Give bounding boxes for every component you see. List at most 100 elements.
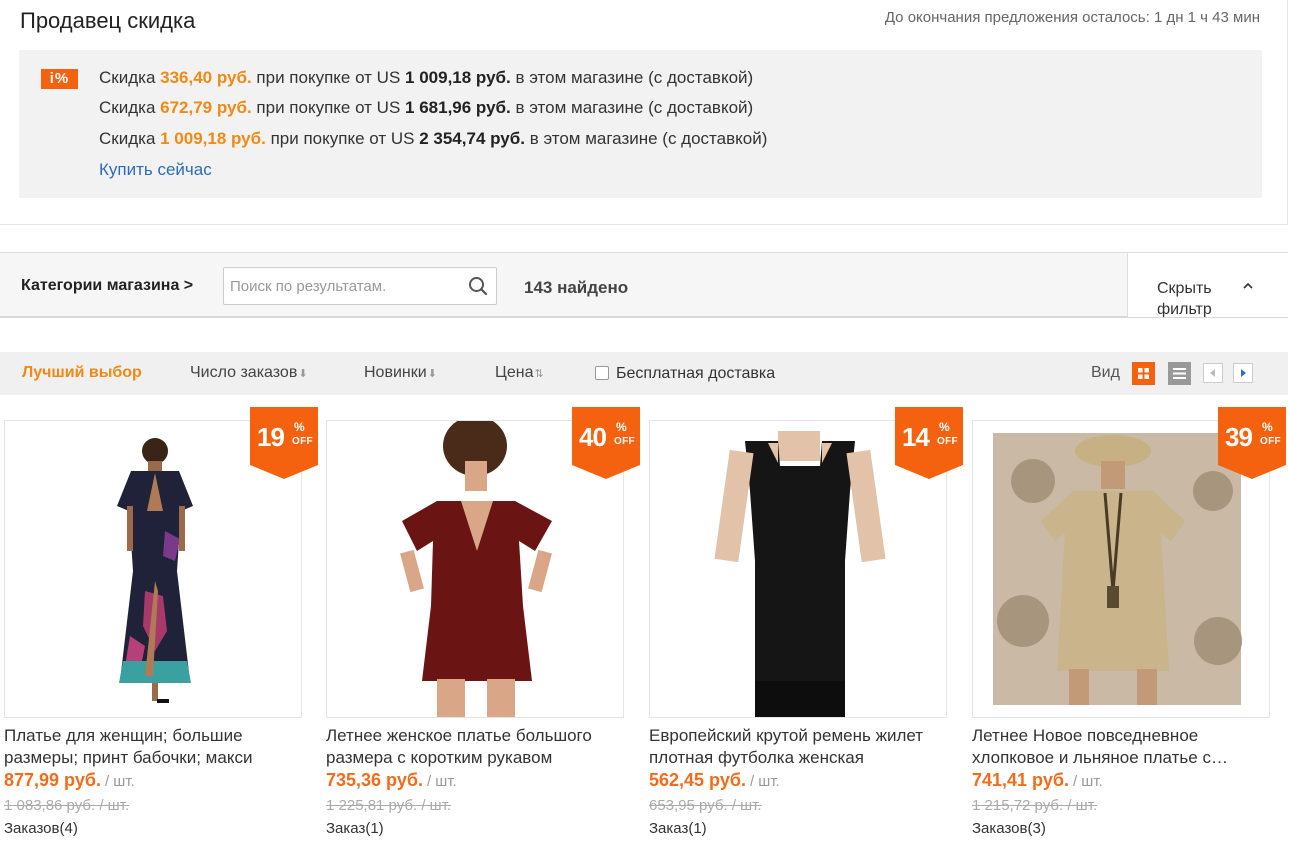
sort-by-price[interactable]: Цена⇅ <box>495 364 544 382</box>
product-old-price: 1 083,86 руб. / шт. <box>4 797 130 814</box>
discount-percent: 39 <box>1225 422 1253 452</box>
promo-text: в этом магазине (с доставкой) <box>510 68 754 87</box>
product-orders: Заказов(3) <box>972 820 1046 837</box>
promo-discount-amount: 1 009,18 руб. <box>160 129 266 148</box>
promo-discount-amount: 672,79 руб. <box>160 98 252 117</box>
product-title[interactable]: Платье для женщин; большие размеры; прин… <box>4 725 300 769</box>
promo-min-order: 1 009,18 руб. <box>405 68 511 87</box>
discount-percent: 19 <box>257 422 285 452</box>
promo-countdown: До окончания предложения осталось: 1 дн … <box>884 9 1260 26</box>
hide-filter-button[interactable]: Скрыть фильтр <box>1127 253 1288 317</box>
sort-label: Цена <box>495 364 534 381</box>
promo-text: Скидка <box>99 98 161 117</box>
search-input[interactable] <box>230 276 460 296</box>
promo-discount-amount: 336,40 руб. <box>160 68 252 87</box>
promo-text: при покупке от US <box>251 98 406 117</box>
product-old-price: 653,95 руб. / шт. <box>649 797 762 814</box>
discount-badge: 14 % OFF <box>895 407 963 479</box>
discount-percent-sign: % <box>616 420 627 434</box>
product-orders: Заказ(1) <box>649 820 707 837</box>
grid-view-icon[interactable] <box>1132 362 1155 385</box>
hide-filter-label: Скрыть фильтр <box>1157 280 1212 317</box>
promo-text: Скидка <box>99 129 161 148</box>
price-value: 877,99 руб. <box>4 770 101 790</box>
results-count: 143 найдено <box>524 278 629 297</box>
store-categories-link[interactable]: Категории магазина > <box>21 277 193 295</box>
price-unit: / шт. <box>1072 773 1103 790</box>
chevron-left-icon <box>1210 369 1215 377</box>
promo-text: при покупке от US <box>265 129 420 148</box>
product-title-text: Платье для женщин; большие размеры; прин… <box>4 726 253 767</box>
promo-condition-line: Скидка 336,40 руб. при покупке от US 1 0… <box>99 68 753 88</box>
product-title[interactable]: Летнее Новое повседневное хлопковое и ль… <box>972 725 1268 769</box>
product-title[interactable]: Летнее женское платье большого размера с… <box>326 725 622 769</box>
store-filter-bar: Категории магазина > 143 найдено Скрыть … <box>0 252 1288 318</box>
sort-label: Новинки <box>364 364 427 381</box>
sort-bar: Лучший выбор Число заказов⬇ Новинки⬇ Цен… <box>0 352 1288 395</box>
product-price: 562,45 руб. / шт. <box>649 770 780 791</box>
chevron-right-icon <box>1241 369 1246 377</box>
price-unit: / шт. <box>104 773 135 790</box>
product-card[interactable]: 39 % OFF Летнее Новое повседневное хлопк… <box>972 407 1286 840</box>
prev-page-button[interactable] <box>1203 363 1223 383</box>
product-title-text: Летнее женское платье большого размера с… <box>326 726 592 767</box>
promo-text: в этом магазине (с доставкой) <box>510 98 754 117</box>
price-unit: / шт. <box>426 773 457 790</box>
discount-off-label: OFF <box>937 436 958 447</box>
free-shipping-filter[interactable]: Бесплатная доставка <box>595 365 775 383</box>
list-view-icon[interactable] <box>1168 362 1191 385</box>
product-old-price: 1 225,81 руб. / шт. <box>326 797 452 814</box>
sort-down-arrow-icon: ⬇ <box>427 368 437 380</box>
sort-by-newest[interactable]: Новинки⬇ <box>364 364 437 382</box>
promo-title: Продавец скидка <box>20 8 196 33</box>
free-shipping-label: Бесплатная доставка <box>616 365 776 382</box>
discount-off-label: OFF <box>1260 436 1281 447</box>
sort-up-down-arrow-icon: ⇅ <box>534 368 544 380</box>
product-card[interactable]: 14 % OFF Европейский крутой ремень жилет… <box>649 407 963 840</box>
free-shipping-checkbox[interactable] <box>595 366 609 380</box>
view-label: Вид <box>1091 364 1120 381</box>
discount-percent-sign: % <box>939 420 950 434</box>
price-value: 741,41 руб. <box>972 770 1069 790</box>
promo-condition-line: Скидка 672,79 руб. при покупке от US 1 6… <box>99 98 753 118</box>
discount-off-label: OFF <box>292 436 313 447</box>
product-price: 877,99 руб. / шт. <box>4 770 135 791</box>
promo-text: в этом магазине (с доставкой) <box>524 129 768 148</box>
promo-min-order: 1 681,96 руб. <box>405 98 511 117</box>
price-value: 735,36 руб. <box>326 770 423 790</box>
search-icon[interactable] <box>468 276 488 296</box>
product-price: 735,36 руб. / шт. <box>326 770 457 791</box>
discount-off-label: OFF <box>614 436 635 447</box>
price-unit: / шт. <box>749 773 780 790</box>
discount-percent-sign: % <box>294 420 305 434</box>
product-old-price: 1 215,72 руб. / шт. <box>972 797 1098 814</box>
product-title-text: Европейский крутой ремень жилет плотная … <box>649 726 924 767</box>
buy-now-link[interactable]: Купить сейчас <box>99 160 212 180</box>
discount-badge: 39 % OFF <box>1218 407 1286 479</box>
product-orders: Заказ(1) <box>326 820 384 837</box>
discount-percent-icon: i% <box>41 69 78 89</box>
sort-label: Число заказов <box>190 364 298 381</box>
discount-badge: 40 % OFF <box>572 407 640 479</box>
product-title[interactable]: Европейский крутой ремень жилет плотная … <box>649 725 945 769</box>
sort-by-orders[interactable]: Число заказов⬇ <box>190 364 308 382</box>
discount-percent: 14 <box>902 422 930 452</box>
search-box <box>223 267 497 305</box>
sort-best-match[interactable]: Лучший выбор <box>22 364 142 382</box>
sort-down-arrow-icon: ⬇ <box>298 368 308 380</box>
promo-text: Скидка <box>99 68 161 87</box>
next-page-button[interactable] <box>1233 363 1253 383</box>
grid-icon <box>1138 368 1149 379</box>
promo-min-order: 2 354,74 руб. <box>419 129 525 148</box>
promo-conditions-box: i% Скидка 336,40 руб. при покупке от US … <box>19 50 1262 198</box>
discount-percent: 40 <box>579 422 607 452</box>
product-title-text: Летнее Новое повседневное хлопковое и ль… <box>972 726 1211 767</box>
promo-condition-line: Скидка 1 009,18 руб. при покупке от US 2… <box>99 129 767 149</box>
list-icon <box>1173 368 1186 379</box>
product-card[interactable]: 40 % OFF Летнее женское платье большого … <box>326 407 640 840</box>
price-value: 562,45 руб. <box>649 770 746 790</box>
product-card[interactable]: 19 % OFF Платье для женщин; большие разм… <box>4 407 318 840</box>
promo-text: при покупке от US <box>251 68 406 87</box>
chevron-up-icon <box>1243 282 1253 289</box>
discount-badge: 19 % OFF <box>250 407 318 479</box>
